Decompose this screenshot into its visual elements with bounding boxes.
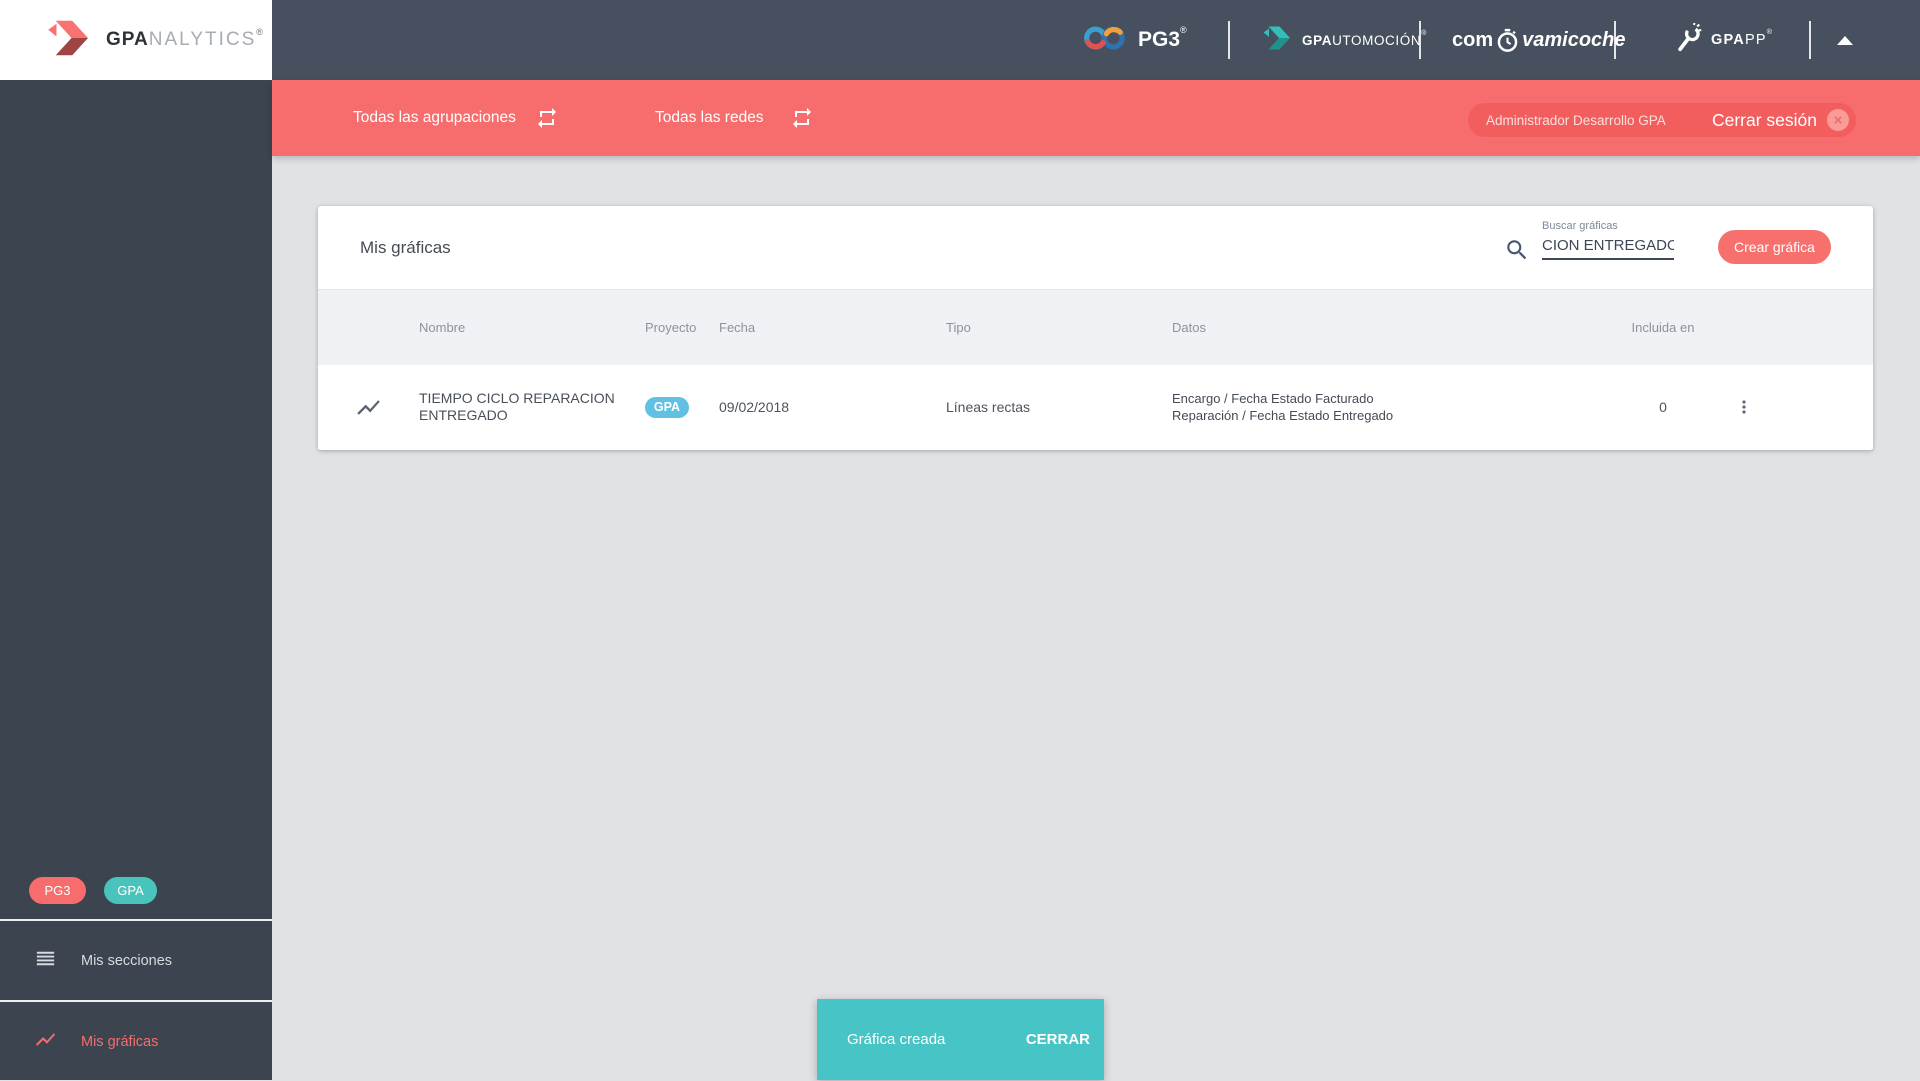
header-divider [1614,21,1616,59]
user-name: Administrador Desarrollo GPA [1486,112,1666,128]
column-header-fecha: Fecha [719,320,756,335]
column-header-tipo: Tipo [946,320,971,335]
wrench-icon [1672,22,1702,58]
snackbar-close-button[interactable]: CERRAR [1026,1031,1090,1048]
header-divider [1419,21,1421,59]
pg3-badge[interactable]: PG3 [29,877,86,904]
gpautomocion-arrow-icon [1262,23,1294,58]
included-in-count: 0 [1659,399,1667,415]
gpanalytics-arrow-icon [46,16,94,65]
gpapp-logo[interactable]: GPAPP® [1672,0,1773,80]
table-row[interactable]: TIEMPO CICLO REPARACION ENTREGADO GPA 09… [318,365,1873,449]
logout-close-icon[interactable]: × [1827,109,1849,131]
menu-icon [34,947,57,974]
filter-bar: Todas las agrupaciones Todas las redes A… [272,80,1920,156]
column-header-datos: Datos [1172,320,1206,335]
my-charts-card: Mis gráficas Buscar gráficas Crear gráfi… [318,206,1873,450]
chart-line-icon [34,1028,57,1055]
row-more-options-icon[interactable] [1730,393,1758,421]
header-divider [1809,21,1811,59]
swap-networks-icon[interactable] [790,106,814,135]
logout-button[interactable]: Cerrar sesión [1712,110,1817,131]
project-badge: GPA [645,396,689,418]
snackbar-message: Gráfica creada [847,1031,946,1048]
sidebar-badges: PG3 GPA [0,877,272,904]
table-header-row: Nombre Proyecto Fecha Tipo Datos Incluid… [318,290,1873,365]
chart-data-sources: Encargo / Fecha Estado Facturado Reparac… [1172,390,1608,424]
clock-icon [1495,28,1520,53]
gpa-badge[interactable]: GPA [104,877,157,904]
all-networks-selector[interactable]: Todas las redes [655,80,764,156]
search-input[interactable] [1542,232,1674,260]
comprovamicoche-logo[interactable]: com vamicoche [1452,0,1626,80]
search-label: Buscar gráficas [1542,220,1618,232]
sidebar-item-mis-secciones[interactable]: Mis secciones [0,921,272,1000]
gpapp-wordmark: GPAPP® [1711,29,1774,48]
all-groupings-selector[interactable]: Todas las agrupaciones [353,80,516,156]
card-header: Mis gráficas Buscar gráficas Crear gráfi… [318,206,1873,290]
project-cell: GPA [645,396,719,418]
pg3-wordmark: PG3® [1138,25,1187,51]
column-header-nombre: Nombre [419,320,466,335]
comprovamicoche-pre: com [1452,28,1494,51]
swap-groupings-icon[interactable] [535,106,559,135]
top-header: PG3® GPAUTOMOCIÓN® com vamicoche GPAPP® [272,0,1920,80]
create-chart-button[interactable]: Crear gráfica [1718,230,1831,264]
search-icon[interactable] [1504,237,1530,268]
collapse-header-arrow-icon[interactable] [1837,36,1853,45]
sidebar-item-label: Mis secciones [81,952,173,969]
snackbar: Gráfica creada CERRAR [817,999,1104,1080]
page-title: Mis gráficas [360,238,451,257]
data-source-line: Encargo / Fecha Estado Facturado [1172,391,1374,406]
column-header-proyecto: Proyecto [645,320,697,335]
comprovamicoche-post: vamicoche [1522,28,1626,51]
gpanalytics-logo[interactable]: GPANALYTICS® [0,0,272,80]
chart-date: 09/02/2018 [719,399,790,415]
pg3-infinity-icon [1082,24,1128,57]
sidebar-item-mis-graficas[interactable]: Mis gráficas [0,1002,272,1081]
gpautomocion-wordmark: GPAUTOMOCIÓN® [1302,29,1427,48]
pg3-logo[interactable]: PG3® [1082,0,1187,80]
user-session-pill: Administrador Desarrollo GPA Cerrar sesi… [1468,103,1856,137]
gpautomocion-logo[interactable]: GPAUTOMOCIÓN® [1262,0,1427,80]
row-chart-type-icon [318,394,419,421]
chart-name: TIEMPO CICLO REPARACION ENTREGADO [419,390,615,423]
chart-type: Líneas rectas [946,399,1031,415]
gpanalytics-wordmark: GPANALYTICS® [106,27,264,50]
sidebar-item-label: Mis gráficas [81,1033,159,1050]
data-source-line: Reparación / Fecha Estado Entregado [1172,408,1394,423]
sidebar: PG3 GPA Mis secciones Mis gráficas [0,80,272,1080]
column-header-incluida-en: Incluida en [1631,320,1695,335]
header-divider [1228,21,1230,59]
